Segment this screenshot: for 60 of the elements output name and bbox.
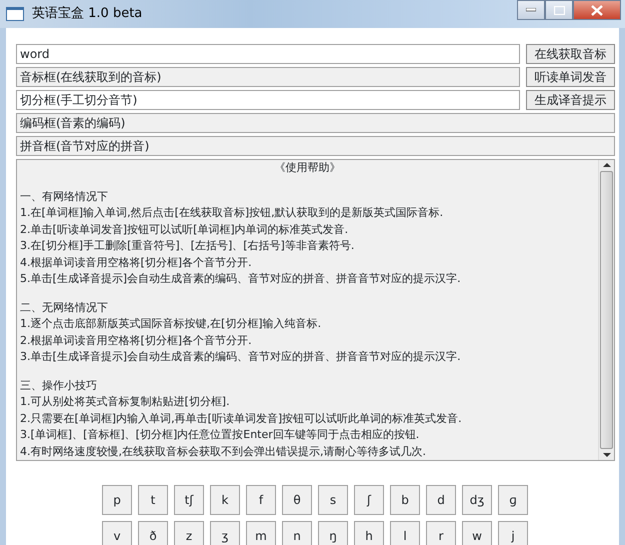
- text-field[interactable]: 音标框(在线获取到的音标): [16, 67, 520, 87]
- key-button[interactable]: r: [426, 521, 456, 545]
- help-line: 1.逐个点击底部新版英式国际音标按键,在[切分框]输入纯音标.: [20, 317, 322, 330]
- section-heading: 二、无网络情况下: [20, 300, 108, 314]
- text-field[interactable]: 拼音框(音节对应的拼音): [16, 136, 615, 156]
- key-button[interactable]: s: [318, 485, 348, 515]
- key-button[interactable]: p: [102, 485, 132, 515]
- key-button[interactable]: b: [390, 485, 420, 515]
- key-button[interactable]: m: [246, 521, 276, 545]
- text-field[interactable]: 切分框(手工切分音节): [16, 90, 520, 110]
- app-icon: [6, 7, 24, 21]
- key-button[interactable]: l: [390, 521, 420, 545]
- maximize-icon: [554, 6, 564, 14]
- key-button[interactable]: w: [462, 521, 492, 545]
- key-button[interactable]: h: [354, 521, 384, 545]
- window-title: 英语宝盒 1.0 beta: [32, 5, 142, 24]
- section-heading: 一、有网络情况下: [20, 190, 108, 202]
- text-field[interactable]: word: [16, 44, 520, 64]
- minimize-icon: [526, 8, 536, 12]
- help-line: 1.可从别处将英式音标复制粘贴进[切分框].: [20, 395, 230, 408]
- scroll-thumb[interactable]: [600, 171, 613, 449]
- text-field[interactable]: 编码框(音素的编码): [16, 113, 615, 133]
- section-heading: 三、操作小技巧: [20, 378, 97, 392]
- key-button[interactable]: tʃ: [174, 485, 204, 515]
- scroll-up-icon[interactable]: [602, 162, 610, 167]
- help-line: 2.根据单词读音用空格将[切分框]各个音节分开.: [20, 334, 252, 346]
- help-line: 4.根据单词读音用空格将[切分框]各个音节分开.: [20, 256, 252, 268]
- help-line: 1.在[单词框]输入单词,然后点击[在线获取音标]按钮,默认获取到的是新版英式国际音标.: [20, 206, 444, 219]
- help-line: 3.[单词框]、[音标框]、[切分框]内任意位置按Enter回车键等同于点击相应的按钮.: [20, 428, 420, 441]
- key-button[interactable]: ʒ: [210, 521, 240, 545]
- key-button[interactable]: v: [102, 521, 132, 545]
- minimize-button[interactable]: [517, 0, 545, 20]
- help-line: 2.单击[听读单词发音]按钮可以试听[单词框]内单词的标准英式发音.: [20, 222, 348, 236]
- key-button[interactable]: n: [282, 521, 312, 545]
- help-line: 4.有时网络速度较慢,在线获取音标会获取不到会弹出错误提示,请耐心等待多试几次.: [20, 444, 426, 458]
- action-button[interactable]: 生成译音提示: [526, 90, 615, 110]
- help-line: 2.只需要在[单词框]内输入单词,再单击[听读单词发音]按钮可以试听此单词的标准英式发音.: [20, 412, 462, 424]
- key-button[interactable]: d: [426, 485, 456, 515]
- key-button[interactable]: t: [138, 485, 168, 515]
- help-title: 《使用帮助》: [274, 161, 340, 174]
- key-button[interactable]: ʃ: [354, 485, 384, 515]
- key-button[interactable]: ð: [138, 521, 168, 545]
- help-line: 3.单击[生成译音提示]会自动生成音素的编码、音节对应的拼音、拼音音节对应的提示汉字.: [20, 350, 461, 363]
- scroll-down-icon[interactable]: [602, 453, 610, 458]
- key-button[interactable]: k: [210, 485, 240, 515]
- action-button[interactable]: 听读单词发音: [526, 67, 615, 87]
- help-line: 3.在[切分框]手工删除[重音符号]、[左括号]、[右括号]等非音素符号.: [20, 239, 354, 252]
- scrollbar[interactable]: [598, 160, 614, 460]
- key-button[interactable]: j: [498, 521, 528, 545]
- maximize-button[interactable]: [545, 0, 573, 20]
- key-button[interactable]: dʒ: [462, 485, 492, 515]
- key-button[interactable]: f: [246, 485, 276, 515]
- key-button[interactable]: ŋ: [318, 521, 348, 545]
- close-button[interactable]: [573, 0, 621, 20]
- close-icon: [591, 4, 603, 16]
- key-button[interactable]: θ: [282, 485, 312, 515]
- help-line: 5.单击[生成译音提示]会自动生成音素的编码、音节对应的拼音、拼音音节对应的提示汉字.: [20, 272, 461, 285]
- action-button[interactable]: 在线获取音标: [526, 44, 615, 64]
- key-button[interactable]: z: [174, 521, 204, 545]
- key-button[interactable]: ɡ: [498, 485, 528, 515]
